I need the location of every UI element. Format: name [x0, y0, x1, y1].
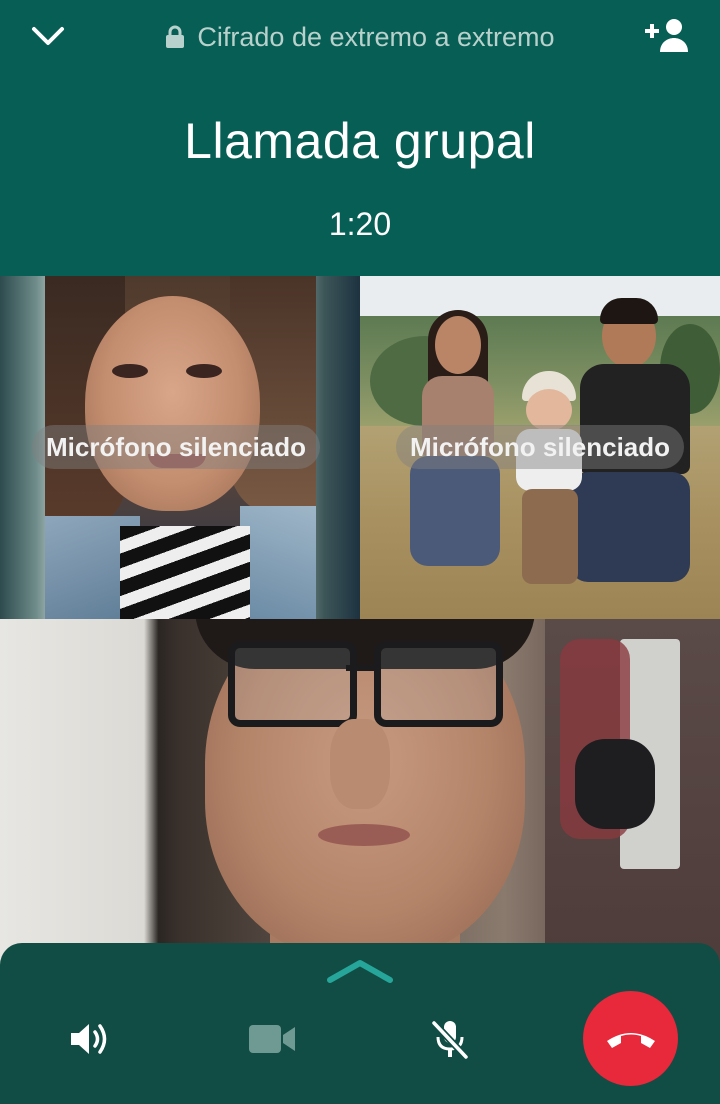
call-controls-panel	[0, 943, 720, 1104]
call-header: Cifrado de extremo a extremo Llamada gru…	[0, 0, 720, 276]
speaker-button[interactable]	[58, 1007, 122, 1071]
self-video-tile[interactable]	[0, 619, 720, 999]
participant-tile-1[interactable]: Micrófono silenciado	[0, 276, 360, 619]
video-camera-icon	[249, 1025, 295, 1053]
video-toggle-button[interactable]	[240, 1007, 304, 1071]
video-detail	[186, 364, 222, 378]
video-detail	[240, 506, 316, 619]
participant-face	[85, 296, 260, 511]
video-detail	[435, 316, 481, 374]
add-participant-button[interactable]	[640, 12, 696, 60]
mute-microphone-button[interactable]	[418, 1007, 482, 1071]
expand-controls-button[interactable]	[325, 957, 395, 987]
muted-badge: Micrófono silenciado	[32, 425, 321, 469]
end-call-button[interactable]	[583, 991, 678, 1086]
video-detail	[374, 641, 503, 727]
video-detail	[522, 489, 578, 584]
end-call-icon	[606, 1032, 655, 1048]
speaker-icon	[71, 1024, 107, 1054]
mic-off-icon	[431, 1020, 469, 1060]
video-detail	[120, 526, 250, 619]
call-title: Llamada grupal	[184, 113, 536, 169]
video-detail	[112, 364, 148, 378]
participant-tile-2[interactable]: Micrófono silenciado	[360, 276, 720, 619]
glasses	[228, 641, 503, 727]
video-detail	[600, 298, 658, 324]
chevron-up-icon	[327, 960, 393, 983]
video-detail	[410, 456, 500, 566]
encryption-label: Cifrado de extremo a extremo	[197, 21, 555, 52]
video-detail	[318, 824, 410, 846]
video-detail	[575, 739, 655, 829]
muted-badge: Micrófono silenciado	[396, 425, 685, 469]
video-detail	[228, 641, 357, 727]
video-detail	[330, 719, 390, 809]
lock-icon	[165, 25, 185, 49]
encryption-notice: Cifrado de extremo a extremo	[0, 18, 720, 56]
participant-video	[510, 371, 590, 601]
add-person-icon	[645, 19, 688, 52]
call-timer: 1:20	[328, 206, 392, 242]
video-detail	[346, 665, 374, 671]
